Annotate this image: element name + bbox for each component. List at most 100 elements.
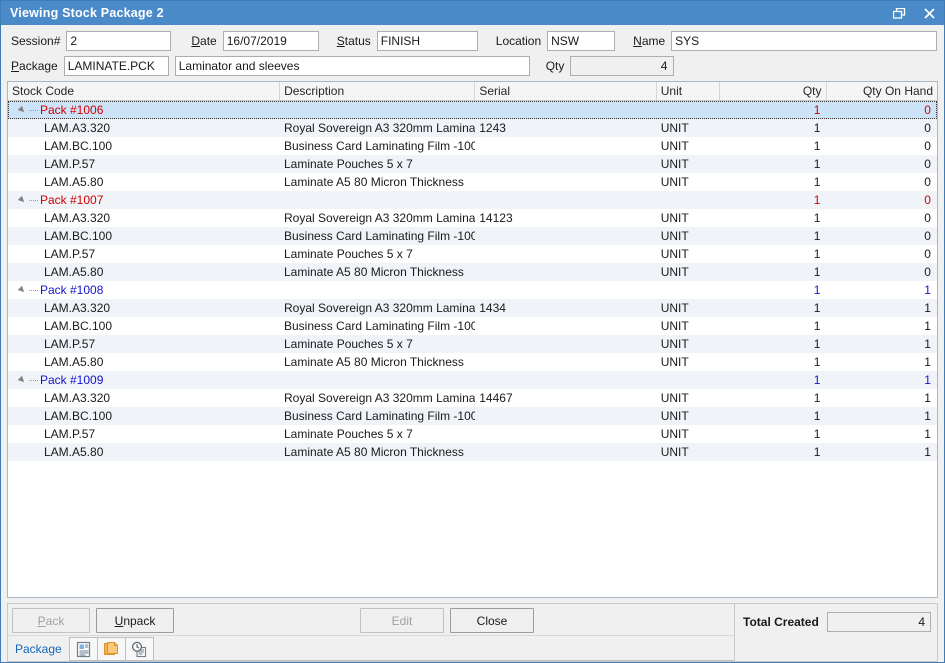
tree-connector [29, 289, 38, 291]
details-document-icon[interactable] [68, 637, 98, 661]
stock-code-text: LAM.P.57 [44, 247, 96, 261]
package-label: Package [11, 59, 58, 73]
grid-cell-qty_on_hand: 0 [924, 229, 931, 243]
grid-item-row[interactable]: LAM.A5.80 Laminate A5 80 Micron Thickness… [8, 443, 937, 461]
grid-header-qty[interactable]: Qty [720, 82, 827, 100]
date-label-rest: ate [200, 34, 217, 48]
location-field[interactable]: NSW [547, 31, 616, 51]
grid-item-row[interactable]: LAM.P.57 Laminate Pouches 5 x 7 UNIT 1 0 [8, 245, 937, 263]
grid-cell-unit: UNIT [660, 391, 689, 405]
grid-item-row[interactable]: LAM.A3.320 Royal Sovereign A3 320mm Lamin… [8, 209, 937, 227]
name-field[interactable]: SYS [671, 31, 937, 51]
restore-icon[interactable] [884, 1, 914, 25]
grid-cell-qty_on_hand: 1 [924, 409, 931, 423]
grid-cell-qty: 1 [813, 283, 821, 297]
grid-cell-description: Business Card Laminating Film -100 micro… [284, 229, 476, 243]
grid-item-row[interactable]: LAM.A5.80 Laminate A5 80 Micron Thickness… [8, 263, 937, 281]
grid-item-row[interactable]: LAM.BC.100 Business Card Laminating Film … [8, 407, 937, 425]
expand-arrow-icon[interactable] [18, 286, 27, 295]
grid-cell-unit: UNIT [660, 175, 689, 189]
unpack-button[interactable]: Unpack [96, 608, 174, 634]
expand-arrow-icon[interactable] [18, 376, 27, 385]
tab-package-label[interactable]: Package [12, 642, 69, 661]
button-row: Pack Unpack Edit Close [8, 604, 734, 635]
grid-cell-qty: 1 [813, 175, 821, 189]
grid-cell-stock_code: LAM.A3.320 [8, 389, 280, 407]
grid-item-row[interactable]: LAM.P.57 Laminate Pouches 5 x 7 UNIT 1 0 [8, 155, 937, 173]
grid-cell-qty_on_hand: 1 [924, 427, 931, 441]
grid-header-unit[interactable]: Unit [657, 82, 720, 100]
date-field[interactable]: 16/07/2019 [222, 31, 319, 51]
grid-cell-serial [475, 407, 656, 425]
grid-cell-qty_on_hand: 1 [924, 355, 931, 369]
grid-cell-qty_on_hand: 0 [924, 157, 931, 171]
grid-cell-stock_code: Pack #1009 [8, 371, 280, 389]
grid-item-row[interactable]: LAM.BC.100 Business Card Laminating Film … [8, 227, 937, 245]
grid-item-row[interactable]: LAM.A5.80 Laminate A5 80 Micron Thickness… [8, 173, 937, 191]
pack-button[interactable]: Pack [12, 608, 90, 634]
grid-header-stock_code[interactable]: Stock Code [8, 82, 281, 100]
grid-cell-qty: 1 [813, 229, 821, 243]
history-clock-icon[interactable] [124, 637, 154, 661]
expand-arrow-icon[interactable] [18, 106, 27, 115]
package-description-field[interactable]: Laminator and sleeves [174, 56, 530, 76]
grid-pack-row[interactable]: Pack #1009 1 1 [8, 371, 937, 389]
package-field[interactable]: LAMINATE.PCK [63, 56, 169, 76]
status-field[interactable]: FINISH [376, 31, 478, 51]
stock-code-text: Pack #1009 [40, 373, 104, 387]
stock-code-text: LAM.BC.100 [44, 319, 113, 333]
grid-pack-row[interactable]: Pack #1006 1 0 [8, 101, 937, 119]
grid-item-row[interactable]: LAM.BC.100 Business Card Laminating Film … [8, 317, 937, 335]
grid-cell-qty_on_hand: 1 [924, 283, 931, 297]
copy-pages-icon[interactable] [96, 637, 126, 661]
stock-code-text: LAM.A3.320 [44, 391, 111, 405]
grid-cell-serial [475, 317, 656, 335]
grid-cell-qty: 1 [813, 211, 821, 225]
grid-cell-qty_on_hand: 1 [924, 319, 931, 333]
stock-code-text: LAM.A5.80 [44, 175, 104, 189]
grid-cell-stock_code: LAM.BC.100 [8, 317, 280, 335]
grid-item-row[interactable]: LAM.A3.320 Royal Sovereign A3 320mm Lamin… [8, 389, 937, 407]
grid-cell-description: Laminate A5 80 Micron Thickness [284, 175, 464, 189]
tab-row-filler [152, 637, 734, 661]
grid-item-row[interactable]: LAM.P.57 Laminate Pouches 5 x 7 UNIT 1 1 [8, 335, 937, 353]
total-created-field: 4 [826, 612, 931, 632]
grid-pack-row[interactable]: Pack #1008 1 1 [8, 281, 937, 299]
grid-cell-qty_on_hand: 1 [924, 301, 931, 315]
name-label-rest: ame [641, 34, 666, 48]
grid-cell-qty: 1 [813, 265, 821, 279]
grid-item-row[interactable]: LAM.A3.320 Royal Sovereign A3 320mm Lamin… [8, 299, 937, 317]
grid-item-row[interactable]: LAM.BC.100 Business Card Laminating Film … [8, 137, 937, 155]
edit-button[interactable]: Edit [360, 608, 444, 634]
grid-cell-description [280, 191, 475, 209]
qty-field: 4 [570, 56, 675, 76]
grid-cell-stock_code: LAM.A5.80 [8, 443, 280, 461]
close-button[interactable]: Close [450, 608, 534, 634]
grid-cell-serial [475, 443, 656, 461]
grid-cell-stock_code: LAM.P.57 [8, 245, 280, 263]
grid-cell-qty: 1 [813, 103, 821, 117]
grid-item-row[interactable]: LAM.P.57 Laminate Pouches 5 x 7 UNIT 1 1 [8, 425, 937, 443]
session-field[interactable]: 2 [66, 31, 172, 51]
grid-header-serial[interactable]: Serial [475, 82, 657, 100]
header-form-row-1: Session# 2 Date 16/07/2019 Status FINISH… [7, 30, 938, 52]
total-created-label: Total Created [743, 615, 819, 629]
grid-cell-stock_code: Pack #1008 [8, 281, 280, 299]
package-label-rest: ackage [19, 59, 58, 73]
grid-cell-qty_on_hand: 0 [924, 103, 931, 117]
grid-cell-serial: 14467 [479, 391, 513, 405]
grid-header-description[interactable]: Description [280, 82, 476, 100]
stock-code-text: LAM.P.57 [44, 157, 96, 171]
grid-cell-stock_code: LAM.A3.320 [8, 299, 280, 317]
close-icon[interactable] [914, 1, 944, 25]
stock-code-text: LAM.BC.100 [44, 229, 113, 243]
expand-arrow-icon[interactable] [18, 196, 27, 205]
grid-cell-qty_on_hand: 1 [924, 391, 931, 405]
session-label: Session# [11, 34, 61, 48]
grid-item-row[interactable]: LAM.A5.80 Laminate A5 80 Micron Thickness… [8, 353, 937, 371]
grid-pack-row[interactable]: Pack #1007 1 0 [8, 191, 937, 209]
grid-item-row[interactable]: LAM.A3.320 Royal Sovereign A3 320mm Lamin… [8, 119, 937, 137]
grid-cell-description: Royal Sovereign A3 320mm Laminator [284, 211, 476, 225]
stock-code-text: LAM.A3.320 [44, 121, 111, 135]
grid-header-qty_on_hand[interactable]: Qty On Hand [827, 82, 937, 100]
